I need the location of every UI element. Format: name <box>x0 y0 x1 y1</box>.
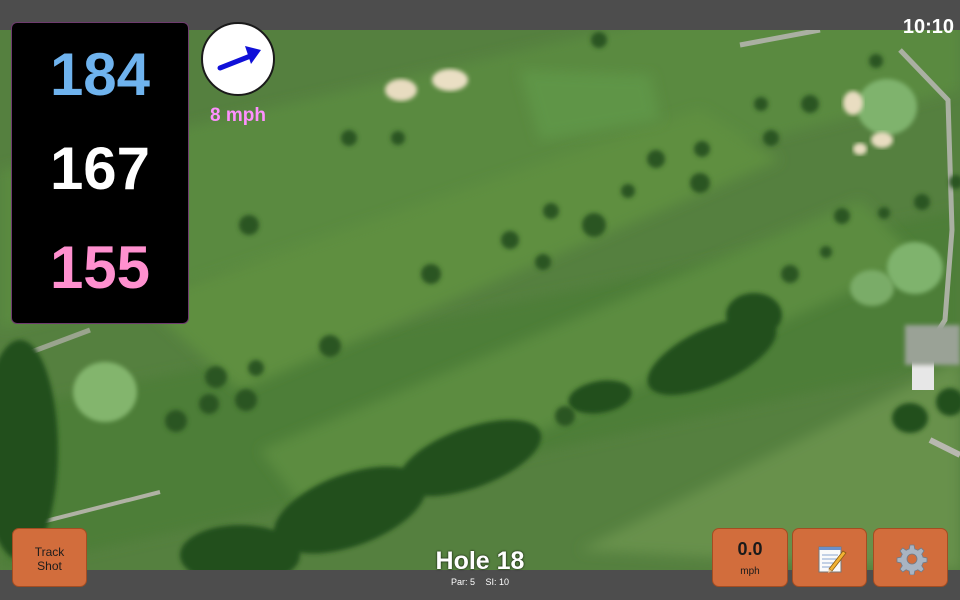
clock-time: 10:10 <box>902 16 954 38</box>
notepad-icon <box>818 546 847 573</box>
notes-button[interactable] <box>792 528 867 587</box>
speed-button[interactable]: 0.0 mph <box>712 528 788 587</box>
hole-title: Hole 18 <box>435 547 525 575</box>
wind-speed-label: 8 mph <box>210 105 266 126</box>
distance-panel: 184 167 155 <box>11 22 189 324</box>
gear-icon <box>896 544 928 575</box>
hole-stroke-index: SI: 10 <box>485 577 510 587</box>
hole-info: Par: 5 SI: 10 <box>380 577 580 587</box>
wind-indicator <box>201 22 275 96</box>
speed-unit: mph <box>740 566 760 577</box>
settings-button[interactable] <box>873 528 948 587</box>
middle-distance: 167 <box>49 135 151 202</box>
back-distance: 184 <box>49 41 151 108</box>
speed-value: 0.0 <box>737 539 763 559</box>
front-distance: 155 <box>49 234 151 301</box>
hole-par: Par: 5 <box>450 577 475 587</box>
wind-arrow-icon <box>217 46 261 71</box>
track-shot-button[interactable]: Track Shot <box>12 528 87 587</box>
